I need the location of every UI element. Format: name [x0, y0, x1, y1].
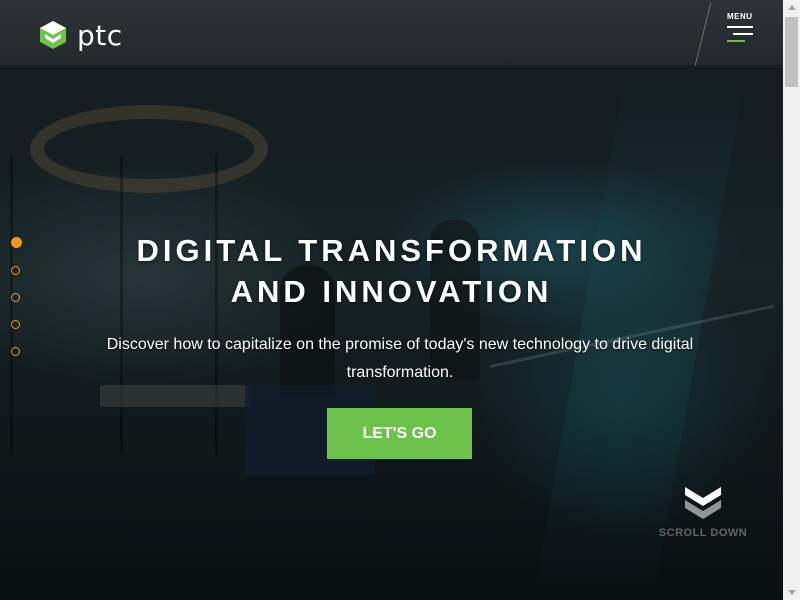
- site-header: ptc MENU: [0, 0, 783, 66]
- scroll-up-arrow-icon[interactable]: [788, 5, 796, 10]
- chevron-double-down-icon: [685, 487, 721, 519]
- ptc-logo[interactable]: ptc: [39, 18, 169, 52]
- scroll-down-label: SCROLL DOWN: [658, 527, 748, 539]
- scrollbar-thumb[interactable]: [785, 17, 798, 87]
- scroll-down-button[interactable]: SCROLL DOWN: [650, 485, 756, 555]
- headline-line-2: AND INNOVATION: [230, 274, 553, 309]
- slide-dot-5[interactable]: [11, 347, 20, 356]
- vertical-scrollbar[interactable]: [783, 0, 800, 600]
- ptc-logo-icon: [40, 21, 66, 49]
- scroll-down-arrow-icon[interactable]: [788, 590, 796, 595]
- hamburger-menu-icon: [727, 26, 753, 47]
- hero-subtext: Discover how to capitalize on the promis…: [106, 336, 694, 381]
- hero-section: DIGITAL TRANSFORMATION AND INNOVATION Di…: [0, 65, 783, 600]
- menu-label: MENU: [727, 12, 753, 21]
- headline-line-1: DIGITAL TRANSFORMATION: [136, 233, 647, 268]
- lets-go-button[interactable]: LET'S GO: [327, 408, 472, 459]
- brand-name: ptc: [77, 18, 123, 52]
- hero-headline: DIGITAL TRANSFORMATION AND INNOVATION: [0, 230, 783, 312]
- menu-button[interactable]: MENU: [722, 12, 762, 52]
- slide-dot-4[interactable]: [11, 320, 20, 329]
- header-divider: [694, 2, 712, 66]
